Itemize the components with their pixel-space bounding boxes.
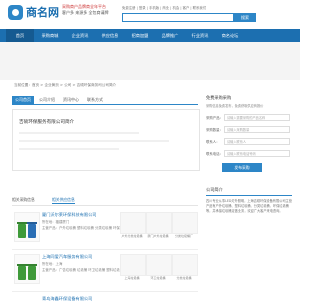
item-location: 所在地：福建厦门 [42, 220, 70, 224]
gallery-image[interactable] [172, 212, 198, 234]
gallery-image[interactable] [146, 254, 172, 276]
trash-bin-icon [18, 266, 26, 280]
site-slogan: 采购商户品牌商全年平台 客户多 来源多 全包商请牌 [62, 4, 122, 16]
label-phone: 联系电话： [206, 152, 223, 156]
sidebar-subtitle: 采购信息免费发布，免费获取供应商报价 [206, 104, 264, 108]
gallery-caption: 分类垃圾桶 [176, 276, 192, 280]
nav-item-franchise[interactable]: 招商加盟 [126, 29, 154, 42]
gallery-caption: 厦门户外垃圾桶 [147, 234, 169, 238]
item-company-link[interactable]: 上海同爱汽车服务有限公司 [42, 254, 92, 260]
trash-bin-icon [28, 266, 36, 280]
logo-text: 商名网 [26, 6, 59, 19]
top-links[interactable]: 免费注册 | 登录 | 手机版 | 商业 | 机会 | 客户 | 联系我们 [122, 5, 206, 10]
gallery-image[interactable] [172, 254, 198, 276]
item-company-link[interactable]: 厦门沃尔莱环保科技有限公司 [42, 212, 96, 218]
phone-field[interactable]: 请输入联系电话号码 [224, 150, 290, 157]
gallery-image[interactable] [146, 212, 172, 234]
site-logo[interactable]: 商名网 [8, 4, 60, 24]
company-intro-text: 四川专业从事LED灯外照明，上海吉硕环保设备有限公司主营产品有户外垃圾桶、塑料垃… [206, 199, 292, 213]
item-products: 主营产品：广告垃圾桶 垃圾桶 环卫垃圾桶 塑料垃圾桶 [42, 268, 124, 272]
nav-item-brand[interactable]: 品牌推广 [156, 29, 184, 42]
subtab-purchase[interactable]: 相关采购信息 [12, 197, 35, 203]
subtab-supply[interactable]: 相关供应信息 [52, 197, 75, 204]
gallery-caption: 环卫垃圾桶 [150, 276, 166, 280]
banner-area [0, 42, 300, 80]
breadcrumb[interactable]: 当前位置：首页 > 企业黄页 > 公司 > 吉硕环保商务司公司简介 [14, 83, 116, 88]
search-button[interactable]: 搜索 [234, 13, 256, 22]
sidebar-title: 免费采购采购 [206, 95, 232, 100]
nav-item-company[interactable]: 企业资讯 [66, 29, 94, 42]
tab-contact[interactable]: 联系方式 [84, 96, 106, 104]
list-item: 上海同爱汽车服务有限公司 所在地：上海 主营产品：广告垃圾桶 垃圾桶 环卫垃圾桶… [12, 251, 198, 292]
company-name: 吉硕环保服务有限公司简介 [19, 120, 75, 125]
list-item: 青岛海鑫环保设备有限公司 [12, 293, 198, 302]
nav-item-supply[interactable]: 供应信息 [96, 29, 124, 42]
slogan-line-2: 客户多 来源多 全包商请牌 [62, 10, 109, 15]
gallery-image[interactable] [120, 254, 146, 276]
company-intro-box: 吉硕环保服务有限公司简介 [12, 109, 200, 171]
label-product: 采购产品： [206, 116, 223, 120]
tab-about[interactable]: 公司介绍 [36, 96, 58, 104]
text-placeholder-line [19, 132, 139, 134]
product-thumbnail[interactable] [14, 254, 40, 284]
nav-item-news[interactable]: 行业资讯 [186, 29, 214, 42]
submit-purchase-button[interactable]: 发布采购 [222, 163, 262, 172]
gallery-caption: 分类垃圾桶厂 [174, 234, 193, 238]
company-tabs: 公司首页 公司介绍 资讯中心 联系方式 [12, 95, 198, 105]
item-products: 主营产品：户外垃圾桶 塑料垃圾桶 分类垃圾桶 环保垃圾桶 [42, 226, 130, 230]
text-placeholder-line [19, 148, 119, 150]
product-thumbnail[interactable] [14, 212, 40, 242]
label-quantity: 采购数量： [206, 128, 223, 132]
item-gallery: 上海垃圾桶 环卫垃圾桶 分类垃圾桶 [120, 254, 198, 280]
gallery-caption: 户外分类垃圾桶 [121, 234, 143, 238]
sidebar: 免费采购采购 采购信息免费发布，免费获取供应商报价 采购产品： 请输入需要采购的… [206, 95, 292, 300]
trash-bin-icon [18, 224, 26, 238]
main-content: 公司首页 公司介绍 资讯中心 联系方式 吉硕环保服务有限公司简介 相关采购信息 … [12, 95, 200, 302]
product-field[interactable]: 请输入需要采购的产品名称 [224, 114, 290, 121]
contact-field[interactable]: 请输入联系人 [224, 138, 290, 145]
gallery-image[interactable] [120, 212, 146, 234]
main-nav: 首页 采购商城 企业资讯 供应信息 招商加盟 品牌推广 行业资讯 商名论坛 [0, 29, 300, 42]
top-bar: 商名网 采购商户品牌商全年平台 客户多 来源多 全包商请牌 免费注册 | 登录 … [0, 0, 300, 28]
quantity-field[interactable]: 请输入采购数量 [224, 126, 290, 133]
nav-item-forum[interactable]: 商名论坛 [216, 29, 244, 42]
item-location: 所在地：上海 [42, 262, 63, 266]
label-contact: 联系人： [206, 140, 220, 144]
list-item: 厦门沃尔莱环保科技有限公司 所在地：福建厦门 主营产品：户外垃圾桶 塑料垃圾桶 … [12, 209, 198, 250]
nav-item-purchase[interactable]: 采购商城 [36, 29, 64, 42]
item-company-link[interactable]: 青岛海鑫环保设备有限公司 [42, 296, 92, 302]
tab-home[interactable]: 公司首页 [12, 96, 34, 104]
nav-item-home[interactable]: 首页 [6, 29, 34, 42]
logo-mark-icon [8, 5, 23, 20]
trash-bin-icon [28, 224, 36, 238]
tab-news[interactable]: 资讯中心 [60, 96, 82, 104]
item-gallery: 户外分类垃圾桶 厦门户外垃圾桶 分类垃圾桶厂 [120, 212, 198, 238]
related-tabs: 相关采购信息 相关供应信息 [12, 195, 198, 206]
text-placeholder-line [19, 140, 169, 142]
search-input[interactable] [122, 13, 234, 22]
gallery-caption: 上海垃圾桶 [124, 276, 140, 280]
company-intro-heading: 公司简介 [206, 187, 292, 196]
